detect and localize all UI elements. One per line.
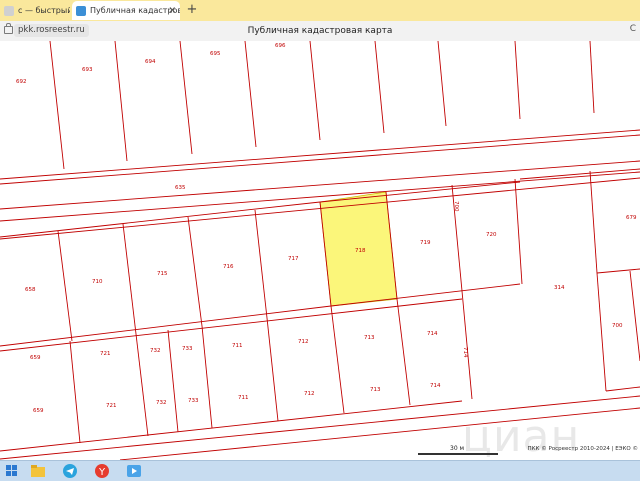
parcel-label: 700	[453, 201, 459, 212]
new-tab-button[interactable]: +	[184, 1, 200, 19]
search-tab-icon	[4, 5, 14, 16]
parcel-label: 714	[427, 331, 438, 337]
parcel-label: 721	[100, 351, 111, 357]
parcel-label: 732	[150, 348, 161, 354]
parcel-label: 700	[612, 323, 623, 329]
parcel-label: 711	[232, 343, 243, 349]
parcel-label: 716	[223, 264, 234, 270]
windows-start-icon[interactable]	[4, 463, 20, 479]
parcel-label: 635	[175, 185, 186, 191]
parcel-label: 715	[157, 271, 168, 277]
parcel-label: 314	[554, 285, 565, 291]
parcel-label: 732	[156, 400, 167, 406]
map-copyright: ПКК © Росреестр 2010-2024 | ЕЭКО ©	[527, 446, 639, 452]
scale-label: 30 м	[450, 445, 465, 452]
file-explorer-icon[interactable]	[30, 463, 46, 479]
parcel-label: 679	[626, 215, 637, 221]
parcel-label: 694	[145, 59, 156, 65]
parcel-label: 713	[370, 387, 381, 393]
parcel-label: 658	[25, 287, 36, 293]
telegram-icon[interactable]	[62, 463, 78, 479]
parcel-label: 695	[210, 51, 221, 57]
address-bar: pkk.rosreestr.ru Публичная кадастровая к…	[0, 21, 640, 42]
parcel-label: 733	[182, 346, 193, 352]
parcel-label: 710	[92, 279, 103, 285]
tab-label: с — быстрый поиск	[18, 6, 70, 15]
tab-label: Публичная кадастровая	[90, 6, 180, 15]
map-canvas[interactable]: 692 693 694 695 696 635 658 710 715 716 …	[0, 41, 640, 460]
parcel-label: 717	[288, 256, 299, 262]
tab-cadastral-map[interactable]: Публичная кадастровая ✕	[72, 1, 180, 20]
svg-text:Y: Y	[98, 467, 106, 478]
parcel-label: 659	[33, 408, 44, 414]
parcel-label: 719	[420, 240, 431, 246]
parcel-label: 733	[188, 398, 199, 404]
page-title: Публичная кадастровая карта	[247, 26, 393, 36]
map-tab-icon	[76, 5, 86, 16]
browser-tab-bar: с — быстрый поиск Публичная кадастровая …	[0, 0, 640, 21]
parcel-label: 712	[298, 339, 309, 345]
parcel-label: 721	[106, 403, 117, 409]
parcel-label: 712	[304, 391, 315, 397]
parcel-label: 692	[16, 79, 27, 85]
cadastral-map[interactable]: 692 693 694 695 696 635 658 710 715 716 …	[0, 41, 640, 460]
scale-bar	[418, 453, 498, 455]
parcel-label: 713	[364, 335, 375, 341]
parcel-label: 718	[355, 248, 366, 254]
close-tab-icon[interactable]: ✕	[168, 6, 176, 16]
parcel-label: 714	[462, 347, 468, 358]
url-field[interactable]: pkk.rosreestr.ru	[14, 24, 89, 37]
yandex-browser-icon[interactable]: Y	[94, 463, 110, 479]
parcel-label: 714	[430, 383, 441, 389]
parcel-label: 711	[238, 395, 249, 401]
lock-icon	[4, 23, 13, 34]
media-player-icon[interactable]	[126, 463, 142, 479]
menu-icon[interactable]: C	[630, 24, 636, 34]
parcel-label: 720	[486, 232, 497, 238]
tab-search[interactable]: с — быстрый поиск	[0, 1, 70, 20]
parcel-label: 659	[30, 355, 41, 361]
parcel-label: 696	[275, 43, 286, 49]
os-taskbar: Y	[0, 460, 640, 481]
parcel-label: 693	[82, 67, 93, 73]
